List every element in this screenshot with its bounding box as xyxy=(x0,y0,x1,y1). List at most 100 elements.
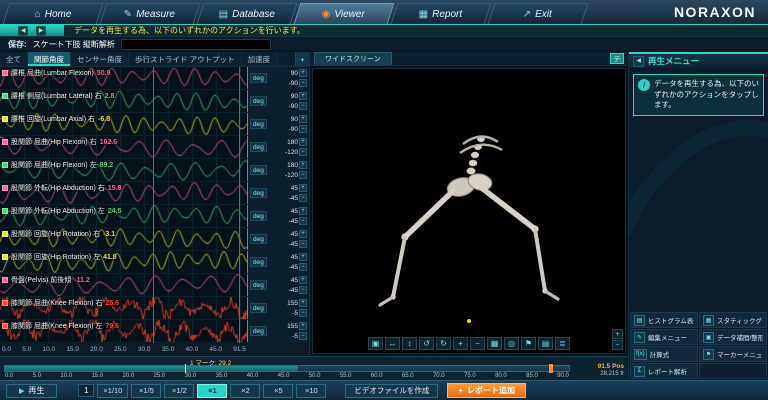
waveform-plot[interactable]: 膝関節 屈曲(Knee Flexion) 左 79.6 xyxy=(0,320,248,342)
speed-button-2[interactable]: ×2 xyxy=(230,383,261,398)
channel-color-swatch[interactable] xyxy=(2,231,8,237)
channel-color-swatch[interactable] xyxy=(2,254,8,260)
channel-row[interactable]: 股関節 外転(Hip Abduction) 左 24.5 deg 45 + -4… xyxy=(0,205,309,228)
speed-button-10[interactable]: ×10 xyxy=(296,383,327,398)
unit-selector[interactable]: deg xyxy=(250,326,267,336)
sidebar-menu-item[interactable]: f(x) 計算式 xyxy=(630,346,698,362)
range-increase-button[interactable]: + xyxy=(299,207,307,215)
channel-row[interactable]: 股関節 回旋(Hip Rotation) 右 -3.1 deg 45 + -45… xyxy=(0,228,309,251)
channel-row[interactable]: 股関節 回旋(Hip Rotation) 左 41.8 deg 45 + -45… xyxy=(0,251,309,274)
speed-button-110[interactable]: ×1/10 xyxy=(97,383,129,398)
range-increase-button[interactable]: + xyxy=(299,92,307,100)
speed-button-1[interactable]: ×1 xyxy=(197,383,228,398)
zoom-out-icon[interactable]: − xyxy=(470,337,485,350)
range-decrease-button[interactable]: − xyxy=(299,309,307,317)
channel-row[interactable]: 腰椎 側屈(Lumbar Lateral) 右 2.8 deg 90 + -90… xyxy=(0,90,309,113)
unit-selector[interactable]: deg xyxy=(250,165,267,175)
range-decrease-button[interactable]: − xyxy=(299,240,307,248)
unit-selector[interactable]: deg xyxy=(250,96,267,106)
channel-color-swatch[interactable] xyxy=(2,185,8,191)
nav-tab-database[interactable]: ▤ Database xyxy=(196,3,298,24)
range-decrease-button[interactable]: − xyxy=(299,79,307,87)
unit-selector[interactable]: deg xyxy=(250,257,267,267)
sidebar-menu-item[interactable]: ⚑マーカーメニュー xyxy=(699,346,767,362)
step-forward-icon[interactable]: ▶ xyxy=(36,25,46,36)
playhead-cursor[interactable] xyxy=(153,67,154,343)
channel-color-swatch[interactable] xyxy=(2,208,8,214)
add-report-button[interactable]: + レポート追加 xyxy=(447,383,527,398)
corner-zoom-in-icon[interactable]: + xyxy=(612,329,623,339)
play-button[interactable]: ▶ 再生 xyxy=(6,383,58,398)
rotate-left-icon[interactable]: ↺ xyxy=(419,337,434,350)
range-decrease-button[interactable]: − xyxy=(299,286,307,294)
speed-button-15[interactable]: ×1/5 xyxy=(131,383,162,398)
sidebar-menu-item[interactable]: Σ レポート解析 xyxy=(630,363,698,379)
sidebar-menu-item[interactable]: ▣ データ補間/整形 xyxy=(699,329,767,345)
sidebar-menu-item[interactable]: ✎ 編集メニュー xyxy=(630,329,698,345)
rotate-right-icon[interactable]: ↻ xyxy=(436,337,451,350)
nav-tab-viewer[interactable]: ◉ Viewer xyxy=(293,3,395,24)
add-channel-tab-button[interactable]: + xyxy=(295,52,309,66)
range-decrease-button[interactable]: − xyxy=(299,332,307,340)
pan-vertical-icon[interactable]: ↕ xyxy=(402,337,417,350)
range-increase-button[interactable]: + xyxy=(299,161,307,169)
waveform-plot[interactable]: 股関節 回旋(Hip Rotation) 左 41.8 xyxy=(0,251,248,273)
range-increase-button[interactable]: + xyxy=(299,253,307,261)
channel-color-swatch[interactable] xyxy=(2,93,8,99)
nav-tab-measure[interactable]: ✎ Measure xyxy=(99,3,201,24)
waveform-plot[interactable]: 膝関節 屈曲(Knee Flexion) 右 25.6 xyxy=(0,297,248,319)
channel-row[interactable]: 股関節 外転(Hip Abduction) 右 15.8 deg 45 + -4… xyxy=(0,182,309,205)
waveform-plot[interactable]: 腰椎 側屈(Lumbar Lateral) 右 2.8 xyxy=(0,90,248,112)
marker-flag-icon[interactable]: ⚑ xyxy=(521,337,536,350)
waveform-plot[interactable]: 腰椎 回旋(Lumbar Axial) 右 -6.8 xyxy=(0,113,248,135)
corner-zoom-out-icon[interactable]: − xyxy=(612,340,623,350)
range-decrease-button[interactable]: − xyxy=(299,217,307,225)
viewer-tab[interactable]: ワイドスクリーン xyxy=(314,52,392,65)
speed-button-5[interactable]: ×5 xyxy=(263,383,294,398)
channel-tab[interactable]: 関節角度 xyxy=(28,52,71,66)
channel-row[interactable]: 腰椎 回旋(Lumbar Axial) 右 -6.8 deg 90 + -90 … xyxy=(0,113,309,136)
channel-color-swatch[interactable] xyxy=(2,139,8,145)
zoom-in-icon[interactable]: + xyxy=(453,337,468,350)
channel-tab[interactable]: 加速度 xyxy=(242,52,278,66)
sidebar-collapse-icon[interactable]: ◀ xyxy=(633,55,644,67)
waveform-plot[interactable]: 骨盤(Pelvis) 前後傾 -11.2 xyxy=(0,274,248,296)
unit-selector[interactable]: deg xyxy=(250,303,267,313)
channel-color-swatch[interactable] xyxy=(2,277,8,283)
channel-color-swatch[interactable] xyxy=(2,70,8,76)
range-decrease-button[interactable]: − xyxy=(299,194,307,202)
nav-tab-home[interactable]: ⌂ Home xyxy=(2,3,104,24)
range-increase-button[interactable]: + xyxy=(299,299,307,307)
channel-color-swatch[interactable] xyxy=(2,162,8,168)
speed-button-12[interactable]: ×1/2 xyxy=(164,383,195,398)
layers-icon[interactable]: ▤ xyxy=(538,337,553,350)
create-video-button[interactable]: ビデオファイルを作成 xyxy=(345,383,439,398)
fit-view-icon[interactable]: ▣ xyxy=(368,337,383,350)
channel-color-swatch[interactable] xyxy=(2,323,8,329)
channel-color-swatch[interactable] xyxy=(2,116,8,122)
nav-tab-report[interactable]: ▦ Report xyxy=(390,3,492,24)
save-name-input[interactable] xyxy=(120,38,271,50)
channel-tab[interactable]: センサー角度 xyxy=(71,52,129,66)
waveform-plot[interactable]: 股関節 屈曲(Hip Flexion) 右 102.6 xyxy=(0,136,248,158)
range-increase-button[interactable]: + xyxy=(299,322,307,330)
viewer-side-button[interactable]: テ xyxy=(610,53,624,64)
range-decrease-button[interactable]: − xyxy=(299,263,307,271)
channel-tab[interactable]: 歩行ストライド アウトプット xyxy=(129,52,242,66)
unit-selector[interactable]: deg xyxy=(250,211,267,221)
timeline-marker[interactable] xyxy=(185,364,187,373)
range-increase-button[interactable]: + xyxy=(299,276,307,284)
unit-selector[interactable]: deg xyxy=(250,234,267,244)
step-back-icon[interactable]: ◀ xyxy=(18,25,28,36)
channel-row[interactable]: 腰椎 屈曲(Lumbar Flexion) 50.9 deg 90 + -90 … xyxy=(0,67,309,90)
sidebar-menu-item[interactable]: ▤ヒストグラム表示 xyxy=(630,312,698,328)
range-increase-button[interactable]: + xyxy=(299,115,307,123)
channel-color-swatch[interactable] xyxy=(2,300,8,306)
waveform-plot[interactable]: 股関節 外転(Hip Abduction) 右 15.8 xyxy=(0,182,248,204)
unit-selector[interactable]: deg xyxy=(250,119,267,129)
range-decrease-button[interactable]: − xyxy=(299,102,307,110)
loop-counter[interactable]: 1 xyxy=(78,384,95,397)
range-decrease-button[interactable]: − xyxy=(299,148,307,156)
unit-selector[interactable]: deg xyxy=(250,73,267,83)
range-decrease-button[interactable]: − xyxy=(299,125,307,133)
